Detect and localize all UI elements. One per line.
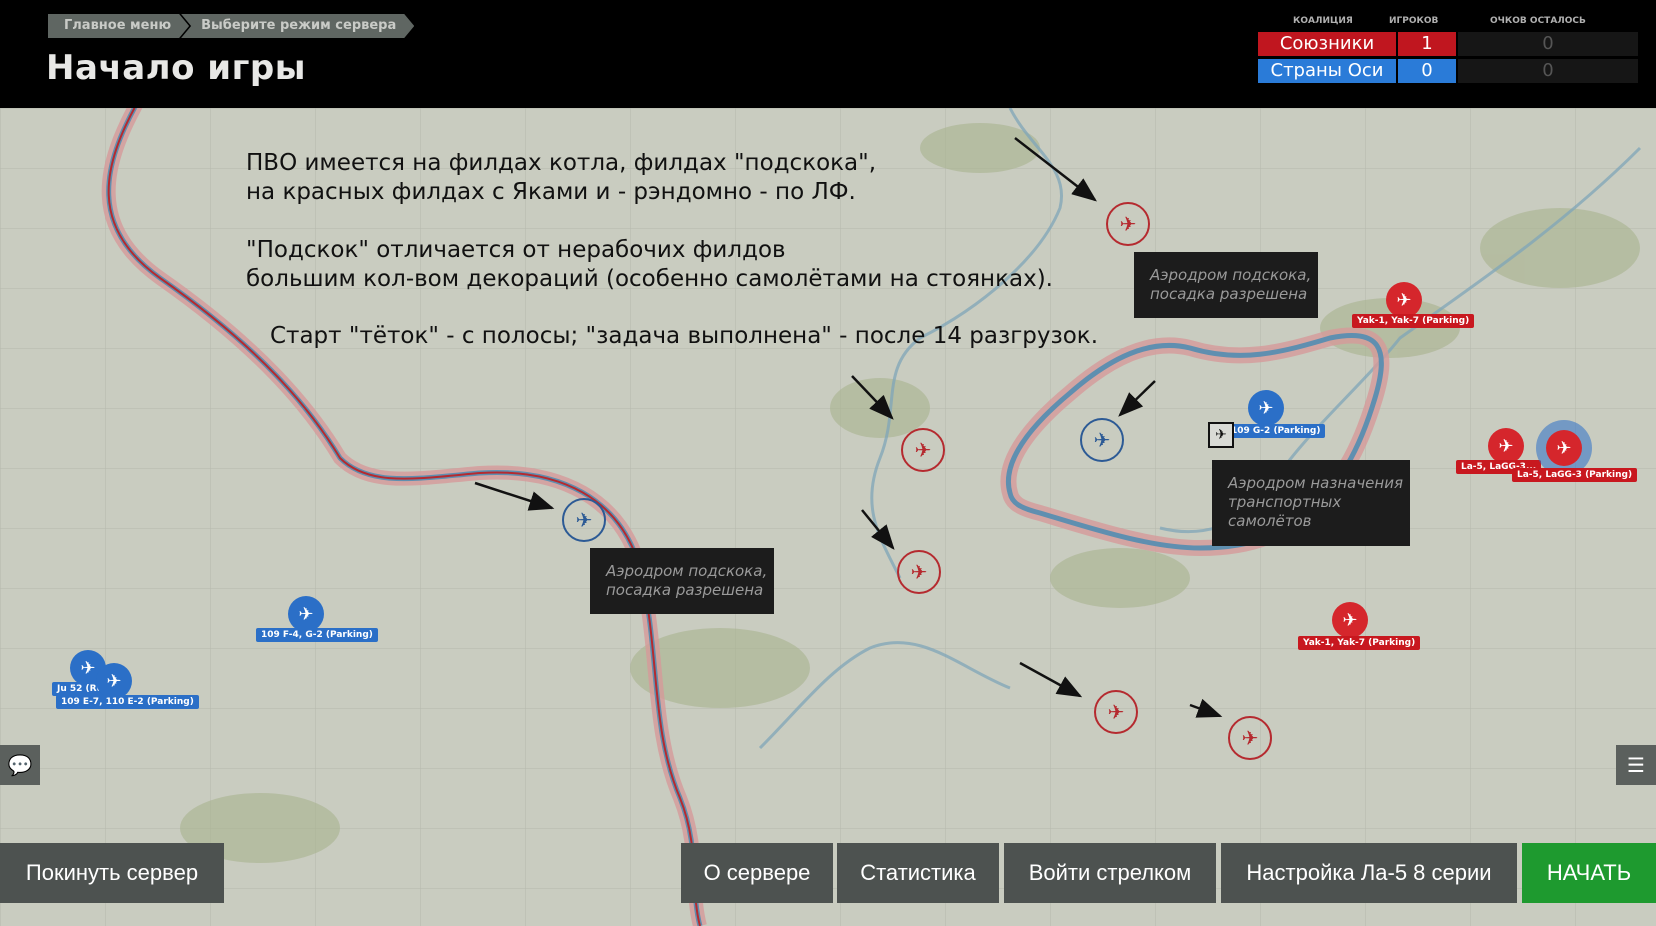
breadcrumb: Главное меню Выберите режим сервера: [48, 14, 414, 38]
red-airfield-yak-top[interactable]: ✈: [1386, 282, 1422, 318]
aircraft-icon: ✈: [1498, 435, 1514, 457]
blue-airfield-e7[interactable]: ✈: [96, 663, 132, 699]
red-airfield-la5-a[interactable]: ✈: [1488, 428, 1524, 464]
annotation-line-2: на красных филдах с Яками и - рэндомно -…: [246, 179, 856, 205]
chat-button[interactable]: 💬: [0, 745, 40, 785]
blue-airfield-g2-label: 109 G-2 (Parking): [1226, 424, 1326, 438]
aircraft-icon: ✈: [910, 560, 928, 584]
axis-points: 0: [1458, 59, 1638, 83]
annotation-line-5: Старт "тёток" - с полосы; "задача выполн…: [270, 323, 1099, 349]
join-as-gunner-button[interactable]: Войти стрелком: [1004, 843, 1216, 903]
aircraft-icon: ✈: [575, 508, 593, 532]
allies-name: Союзники: [1258, 32, 1396, 56]
points-header: ОЧКОВ ОСТАЛОСЬ: [1490, 16, 1586, 26]
annotation-line-4: большим кол-вом декораций (особенно само…: [246, 266, 1053, 292]
allies-points: 0: [1458, 32, 1638, 56]
breadcrumb-server-mode[interactable]: Выберите режим сервера: [181, 14, 414, 38]
breadcrumb-main-menu[interactable]: Главное меню: [48, 14, 189, 38]
leave-server-button[interactable]: Покинуть сервер: [0, 843, 224, 903]
map-area[interactable]: ПВО имеется на филдах котла, филдах "под…: [0, 108, 1656, 926]
aircraft-icon: ✈: [1342, 609, 1358, 631]
start-button[interactable]: НАЧАТЬ: [1522, 843, 1656, 903]
aircraft-icon: ✈: [1093, 428, 1111, 452]
aircraft-icon: ✈: [1241, 726, 1259, 750]
statistics-button[interactable]: Статистика: [837, 843, 999, 903]
red-hop-airfield-low[interactable]: ✈: [897, 550, 941, 594]
aircraft-icon: ✈: [1258, 397, 1274, 419]
red-airfield-yak-bottom[interactable]: ✈: [1332, 602, 1368, 638]
page-title: Начало игры: [46, 48, 306, 88]
briefing-icon: ☰: [1627, 753, 1645, 777]
aircraft-icon: ✈: [1556, 437, 1572, 459]
red-hop-airfield-top[interactable]: ✈: [1106, 202, 1150, 246]
chat-icon: 💬: [7, 753, 33, 777]
blue-hop-airfield[interactable]: ✈: [562, 498, 606, 542]
red-airfield-yak-bottom-label: Yak-1, Yak-7 (Parking): [1298, 636, 1421, 650]
blue-pocket-airfield[interactable]: ✈: [1080, 418, 1124, 462]
red-airfield-la5-b[interactable]: ✈: [1546, 430, 1582, 466]
la5-setup-button[interactable]: Настройка Ла-5 8 серии: [1221, 843, 1517, 903]
coalition-header: КОАЛИЦИЯ: [1293, 16, 1353, 26]
blue-airfield-f4[interactable]: ✈: [288, 596, 324, 632]
coalition-table: КОАЛИЦИЯ ИГРОКОВ ОЧКОВ ОСТАЛОСЬ Союзники…: [1258, 14, 1638, 88]
tooltip-hop-airfield-left: Аэродром подскока, посадка разрешена: [590, 548, 774, 614]
red-airfield-la5-b-label: La-5, LaGG-3 (Parking): [1512, 468, 1638, 482]
aircraft-icon: ✈: [914, 438, 932, 462]
allies-players: 1: [1398, 32, 1456, 56]
tooltip-hop-airfield-top: Аэродром подскока, посадка разрешена: [1134, 252, 1318, 318]
aircraft-icon: ✈: [1396, 289, 1412, 311]
red-airfield-south-2[interactable]: ✈: [1228, 716, 1272, 760]
blue-airfield-f4-label: 109 F-4, G-2 (Parking): [256, 628, 378, 642]
red-airfield-south-1[interactable]: ✈: [1094, 690, 1138, 734]
players-header: ИГРОКОВ: [1389, 16, 1439, 26]
red-airfield-yak-top-label: Yak-1, Yak-7 (Parking): [1352, 314, 1475, 328]
aircraft-icon: ✈: [298, 603, 314, 625]
briefing-button[interactable]: ☰: [1616, 745, 1656, 785]
annotation-line-3: "Подскок" отличается от нерабочих филдов: [246, 237, 786, 263]
aircraft-icon: ✈: [1119, 212, 1137, 236]
annotation-line-1: ПВО имеется на филдах котла, филдах "под…: [246, 150, 877, 176]
tooltip-transport-airfield: Аэродром назначения транспортных самолёт…: [1212, 460, 1410, 546]
transport-target-marker[interactable]: ✈: [1208, 422, 1234, 448]
aircraft-icon: ✈: [106, 670, 122, 692]
aircraft-icon: ✈: [1107, 700, 1125, 724]
axis-players: 0: [1398, 59, 1456, 83]
blue-airfield-g2[interactable]: ✈: [1248, 390, 1284, 426]
about-server-button[interactable]: О сервере: [681, 843, 833, 903]
header: Главное меню Выберите режим сервера Нача…: [0, 0, 1656, 108]
axis-name: Страны Оси: [1258, 59, 1396, 83]
red-hop-airfield-mid[interactable]: ✈: [901, 428, 945, 472]
blue-airfield-e7-label: 109 E-7, 110 E-2 (Parking): [56, 695, 199, 709]
aircraft-icon: ✈: [80, 657, 96, 679]
